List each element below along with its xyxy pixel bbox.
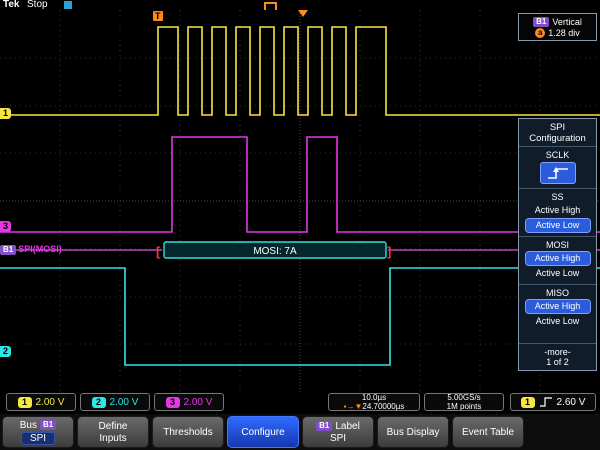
menu-bus-label: Bus (20, 420, 37, 431)
configure-label: Configure (241, 427, 284, 438)
delay-value: 24.70000µs (362, 402, 404, 411)
multipurpose-knob-a-icon: a (535, 28, 545, 38)
trigger-position-arrow[interactable] (298, 10, 308, 17)
menu-label-value: SPI (330, 433, 346, 444)
acquisition-status: Stop (27, 0, 48, 10)
delay-marker-icon: ▪→▼ (344, 402, 363, 411)
menu-event-table-button[interactable]: Event Table (452, 416, 524, 448)
define-inputs-line1: Define (99, 421, 128, 432)
bus-marker[interactable]: B1 SPI(MOSI) (0, 244, 62, 255)
bus-bracket-right: ] (387, 244, 391, 259)
ss-section: SS Active High Active Low (519, 188, 596, 236)
ch3-badge: 3 (166, 397, 180, 408)
trigger-slope-icon (539, 396, 553, 408)
more-label: -more- (519, 347, 596, 357)
spi-configuration-panel: SPI Configuration SCLK SS Active High Ac… (518, 118, 597, 371)
trigger-t-marker[interactable]: T (153, 11, 163, 21)
ch2-marker[interactable]: 2 (0, 346, 11, 357)
rising-edge-icon (546, 166, 570, 180)
panel-title: SPI Configuration (519, 119, 596, 146)
menu-bus-display-button[interactable]: Bus Display (377, 416, 449, 448)
bus-badge: B1 (0, 245, 16, 255)
softkey-menu-bar: Bus B1 SPI Define Inputs Thresholds Conf… (0, 414, 600, 450)
ch1-badge: 1 (18, 397, 32, 408)
sample-rate-value: 5.00GS/s (447, 393, 480, 402)
expansion-point-marker (264, 2, 277, 10)
menu-bus-value: SPI (21, 432, 55, 445)
acquisition-indicator (64, 1, 72, 9)
ch2-badge: 2 (92, 397, 106, 408)
miso-active-low-option[interactable]: Active Low (526, 315, 590, 328)
miso-active-high-option[interactable]: Active High (526, 300, 590, 313)
more-page-indicator: 1 of 2 (519, 357, 596, 367)
vbadge-bus-badge: B1 (533, 17, 549, 27)
bus-vertical-badge: B1 Vertical a 1.28 div (518, 13, 597, 41)
menu-configure-button[interactable]: Configure (227, 416, 299, 448)
ch3-scale-value: 2.00 V (184, 397, 213, 408)
vbadge-value: 1.28 div (548, 28, 580, 38)
ss-label: SS (551, 192, 563, 202)
sclk-label: SCLK (546, 150, 570, 160)
panel-title-line2: Configuration (519, 133, 596, 144)
thresholds-label: Thresholds (163, 427, 212, 438)
miso-section: MISO Active High Active Low (519, 284, 596, 332)
trigger-source-badge: 1 (521, 397, 535, 408)
mosi-label: MOSI (546, 240, 569, 250)
delay-readout: ▪→▼24.70000µs (344, 402, 405, 411)
ch3-readout: 3 2.00 V (154, 393, 224, 411)
panel-title-line1: SPI (519, 122, 596, 133)
sclk-rising-edge-button[interactable] (540, 162, 576, 184)
mosi-active-high-option[interactable]: Active High (526, 252, 590, 265)
graticule-center-axes (0, 10, 600, 392)
ch1-marker[interactable]: 1 (0, 108, 11, 119)
vbadge-label: Vertical (552, 17, 582, 27)
miso-label: MISO (546, 288, 569, 298)
ch2-readout: 2 2.00 V (80, 393, 150, 411)
menu-label-badge: B1 (316, 421, 332, 431)
timebase-value: 10.0µs (362, 393, 386, 402)
menu-thresholds-button[interactable]: Thresholds (152, 416, 224, 448)
waveform-display: MOSI: 7A [ ] (0, 10, 600, 392)
trigger-level-value: 2.60 V (557, 397, 586, 408)
bus-name-label: SPI(MOSI) (18, 244, 62, 255)
more-pages-button[interactable]: -more- 1 of 2 (519, 343, 596, 370)
acquisition-readout: 5.00GS/s 1M points (424, 393, 504, 411)
ch1-readout: 1 2.00 V (6, 393, 76, 411)
bus-decode-value: MOSI: 7A (253, 246, 297, 257)
ch2-scale-value: 2.00 V (110, 397, 139, 408)
readout-bar: 1 2.00 V 2 2.00 V 3 2.00 V 10.0µs ▪→▼24.… (0, 392, 600, 414)
menu-label-text: Label (335, 421, 359, 432)
menu-label-button[interactable]: B1 Label SPI (302, 416, 374, 448)
sclk-section: SCLK (519, 146, 596, 188)
mosi-section: MOSI Active High Active Low (519, 236, 596, 284)
mosi-active-low-option[interactable]: Active Low (526, 267, 590, 280)
menu-bus-button[interactable]: Bus B1 SPI (2, 416, 74, 448)
brand-logo: Tek (3, 0, 20, 10)
ss-active-low-option[interactable]: Active Low (526, 219, 590, 232)
event-table-label: Event Table (462, 427, 514, 438)
menu-define-inputs-button[interactable]: Define Inputs (77, 416, 149, 448)
menu-bus-badge: B1 (40, 420, 56, 430)
bus-display-label: Bus Display (387, 427, 440, 438)
define-inputs-line2: Inputs (99, 433, 126, 444)
horizontal-readout: 10.0µs ▪→▼24.70000µs (328, 393, 420, 411)
ch1-scale-value: 2.00 V (36, 397, 65, 408)
top-status-bar: Tek Stop (0, 0, 600, 10)
ch3-marker[interactable]: 3 (0, 221, 11, 232)
bus-bracket-left: [ (156, 244, 161, 259)
ss-active-high-option[interactable]: Active High (526, 204, 590, 217)
trigger-readout: 1 2.60 V (510, 393, 596, 411)
record-length-value: 1M points (447, 402, 482, 411)
